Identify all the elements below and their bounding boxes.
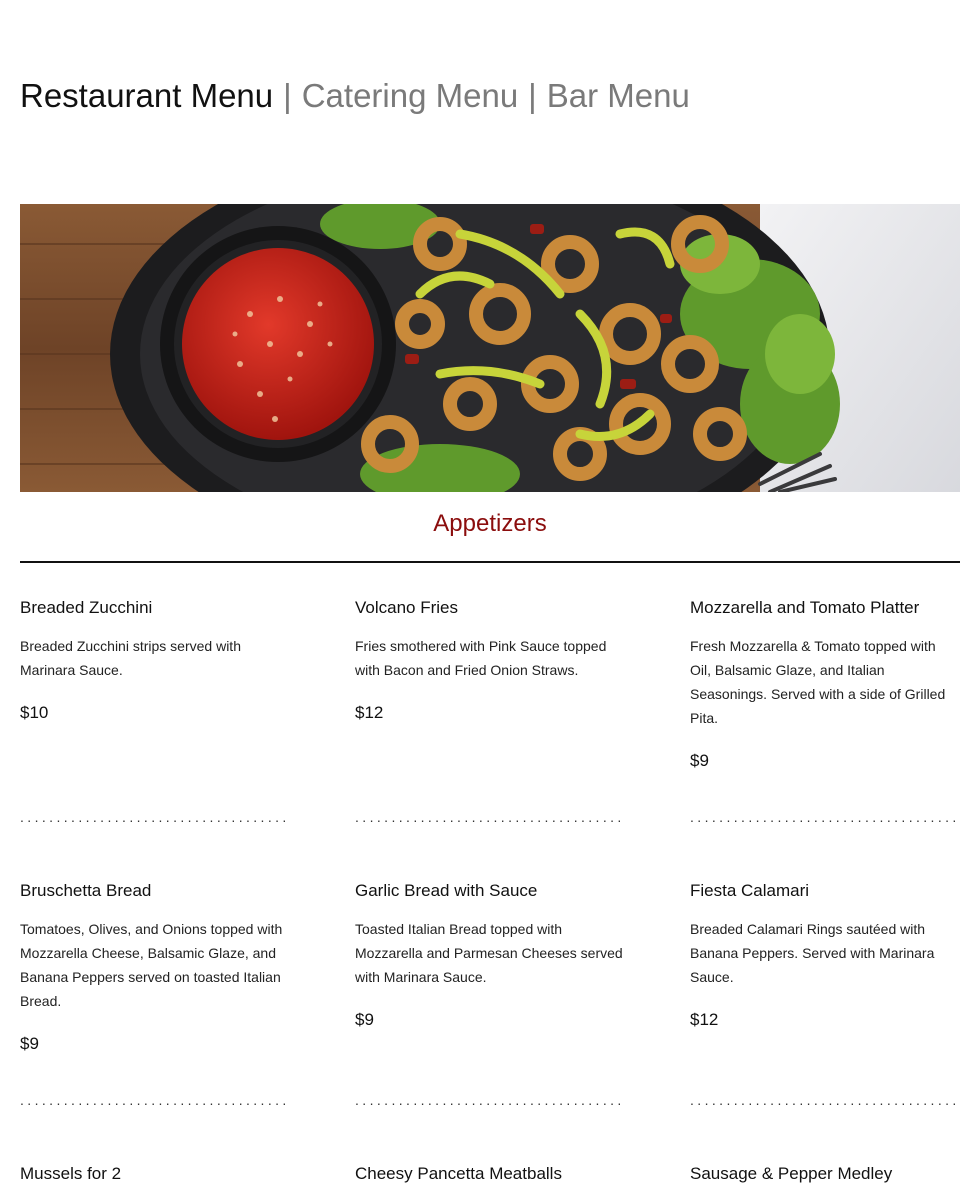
item-description: Fries smothered with Pink Sauce topped w… bbox=[355, 638, 607, 678]
item-name: Bruschetta Bread bbox=[20, 881, 152, 900]
item-description: Breaded Calamari Rings sautéed with Bana… bbox=[690, 921, 935, 985]
tab-catering-menu[interactable]: Catering Menu bbox=[302, 77, 518, 114]
item-name: Breaded Zucchini bbox=[20, 598, 153, 617]
item-name: Mussels for 2 bbox=[20, 1164, 122, 1183]
item-price: $9 bbox=[20, 1034, 39, 1053]
menu-item: Mussels for 2 bbox=[20, 1162, 290, 1186]
menu-item: Bruschetta Bread Tomatoes, Olives, and O… bbox=[20, 879, 290, 1056]
item-name: Mozzarella and Tomato Platter bbox=[690, 598, 920, 617]
item-name: Fiesta Calamari bbox=[690, 881, 810, 900]
dotted-separator: ........................................… bbox=[355, 812, 625, 822]
item-description: Tomatoes, Olives, and Onions topped with… bbox=[20, 921, 283, 1009]
section-title-appetizers: Appetizers bbox=[433, 510, 547, 537]
dotted-separator: ........................................… bbox=[20, 812, 290, 822]
tab-separator: | bbox=[528, 77, 537, 114]
item-price: $9 bbox=[690, 751, 709, 770]
item-description: Toasted Italian Bread topped with Mozzar… bbox=[355, 921, 623, 985]
hero-image bbox=[20, 204, 960, 492]
tab-separator: | bbox=[283, 77, 292, 114]
menu-item: Cheesy Pancetta Meatballs bbox=[355, 1162, 625, 1186]
item-price: $10 bbox=[20, 703, 49, 722]
menu-item: Garlic Bread with Sauce Toasted Italian … bbox=[355, 879, 625, 1032]
menu-item: Volcano Fries Fries smothered with Pink … bbox=[355, 596, 625, 725]
menu-item: Fiesta Calamari Breaded Calamari Rings s… bbox=[690, 879, 960, 1032]
item-name: Garlic Bread with Sauce bbox=[355, 881, 538, 900]
dotted-separator: ........................................… bbox=[690, 812, 960, 822]
dotted-separator: ........................................… bbox=[690, 1095, 960, 1105]
menu-item: Breaded Zucchini Breaded Zucchini strips… bbox=[20, 596, 290, 725]
item-price: $12 bbox=[690, 1010, 719, 1029]
item-description: Fresh Mozzarella & Tomato topped with Oi… bbox=[690, 638, 946, 726]
menu-item: Sausage & Pepper Medley bbox=[690, 1162, 960, 1186]
item-price: $12 bbox=[355, 703, 384, 722]
dotted-separator: ........................................… bbox=[355, 1095, 625, 1105]
item-name: Cheesy Pancetta Meatballs bbox=[355, 1164, 562, 1183]
menu-item: Mozzarella and Tomato Platter Fresh Mozz… bbox=[690, 596, 960, 773]
menu-tabs: Restaurant Menu | Catering Menu | Bar Menu bbox=[20, 74, 690, 118]
item-price: $9 bbox=[355, 1010, 374, 1029]
item-name: Sausage & Pepper Medley bbox=[690, 1164, 893, 1183]
section-divider bbox=[20, 561, 960, 563]
tab-restaurant-menu[interactable]: Restaurant Menu bbox=[20, 77, 273, 114]
dotted-separator: ........................................… bbox=[20, 1095, 290, 1105]
item-name: Volcano Fries bbox=[355, 598, 458, 617]
item-description: Breaded Zucchini strips served with Mari… bbox=[20, 638, 241, 678]
tab-bar-menu[interactable]: Bar Menu bbox=[547, 77, 690, 114]
